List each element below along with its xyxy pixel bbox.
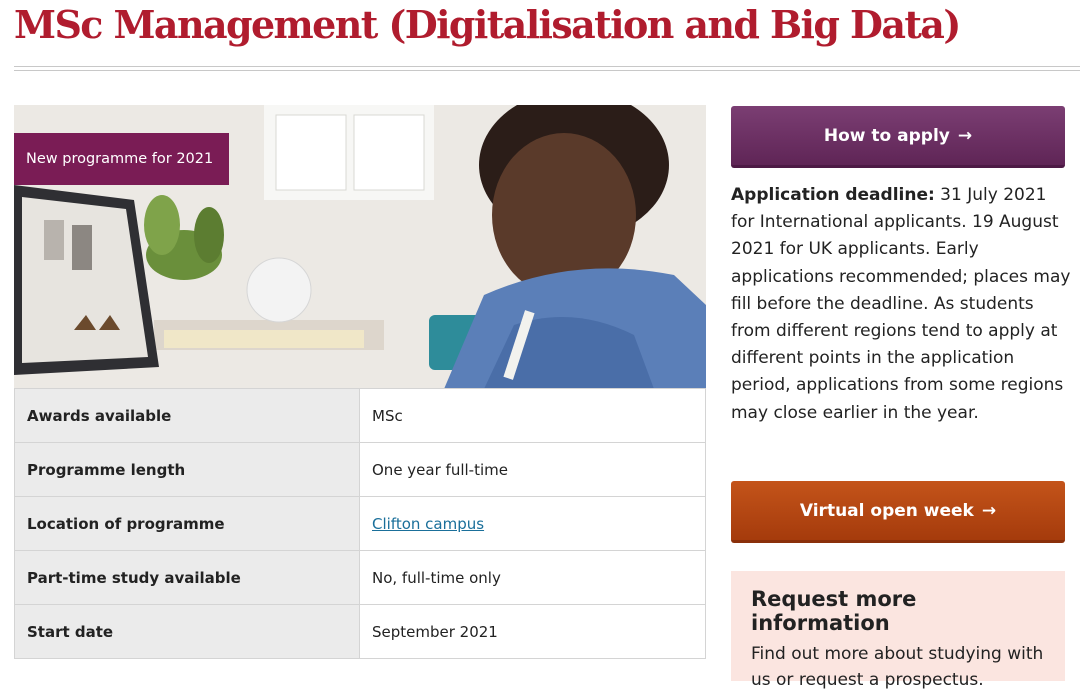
table-row-value: MSc [359, 388, 706, 443]
table-row-value: September 2021 [359, 604, 706, 659]
arrow-right-icon: → [981, 500, 997, 521]
application-deadline: Application deadline: 31 July 2021 for I… [731, 182, 1071, 427]
programme-info-table: Awards available MSc Programme length On… [14, 388, 706, 659]
hero-image: New programme for 2021 [14, 105, 706, 389]
table-row: Awards available MSc [14, 388, 706, 443]
clifton-campus-link[interactable]: Clifton campus [372, 515, 484, 533]
title-divider [14, 66, 1080, 67]
table-row-value: One year full-time [359, 442, 706, 497]
page-title: MSc Management (Digitalisation and Big D… [14, 2, 961, 47]
virtual-open-week-label: Virtual open week [799, 500, 974, 521]
how-to-apply-label: How to apply [823, 125, 950, 146]
request-info-text: Find out more about studying with us or … [751, 644, 1044, 690]
table-row-label: Start date [14, 604, 360, 659]
new-programme-badge: New programme for 2021 [14, 133, 229, 185]
deadline-label: Application deadline: [731, 185, 935, 205]
table-row: Start date September 2021 [14, 604, 706, 659]
how-to-apply-button[interactable]: How to apply → [731, 106, 1065, 168]
deadline-text: 31 July 2021 for International applicant… [731, 185, 1071, 423]
table-row-label: Part-time study available [14, 550, 360, 605]
arrow-right-icon: → [957, 125, 973, 146]
table-row: Programme length One year full-time [14, 442, 706, 497]
table-row-label: Awards available [14, 388, 360, 443]
request-info-box: Request more information Find out more a… [731, 571, 1065, 690]
virtual-open-week-button[interactable]: Virtual open week → [731, 481, 1065, 543]
title-divider-lower [14, 70, 1080, 71]
table-row: Location of programme Clifton campus [14, 496, 706, 551]
table-row-value-cell: Clifton campus [359, 496, 706, 551]
table-row-label: Location of programme [14, 496, 360, 551]
table-row: Part-time study available No, full-time … [14, 550, 706, 605]
table-row-value: No, full-time only [359, 550, 706, 605]
table-row-label: Programme length [14, 442, 360, 497]
request-info-heading: Request more information [751, 587, 917, 635]
